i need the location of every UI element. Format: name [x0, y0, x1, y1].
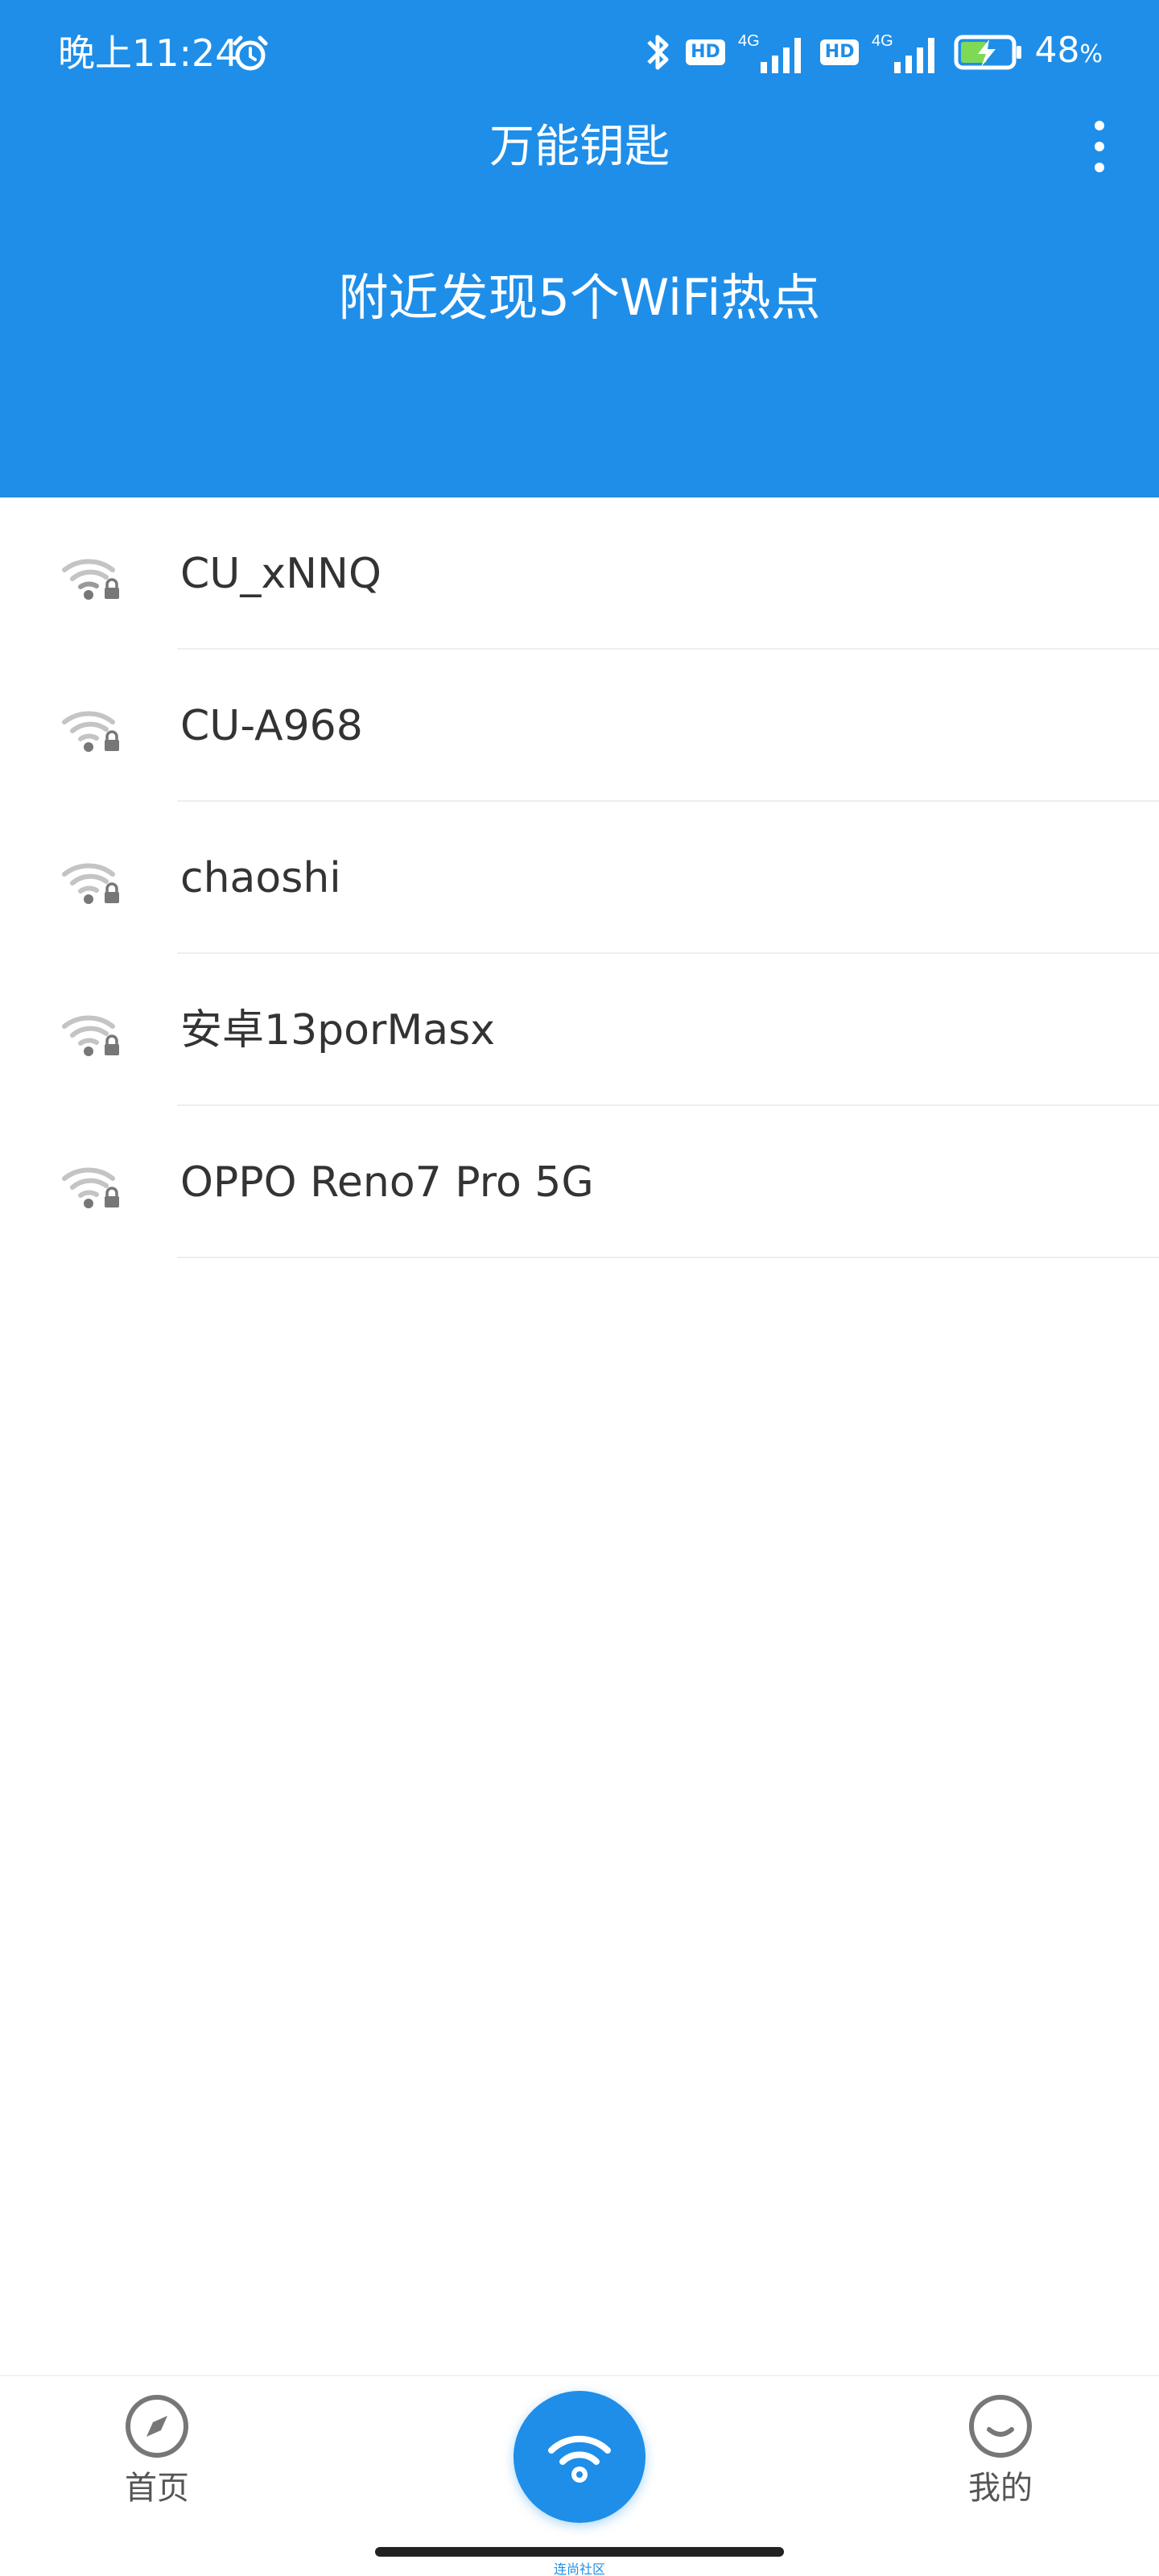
signal-strength-icon: 4G	[738, 32, 801, 73]
page-title: 万能钥匙	[489, 121, 670, 173]
status-time: 晚上11:24	[58, 31, 239, 75]
smiley-profile-icon	[969, 2395, 1032, 2458]
bottom-navigation: 首页 连尚社区 我的	[0, 2375, 1159, 2576]
compass-icon	[126, 2395, 188, 2458]
battery-percent: 48%	[1034, 29, 1103, 71]
network-list-item[interactable]: CU_xNNQ	[0, 497, 1159, 650]
network-list-item[interactable]: chaoshi	[0, 802, 1159, 954]
hd-badge-2: HD	[819, 39, 860, 65]
network-list-item[interactable]: OPPO Reno7 Pro 5G	[0, 1106, 1159, 1258]
tab-mine-label: 我的	[968, 2470, 1033, 2507]
network-list-item[interactable]: 安卓13porMasx	[0, 954, 1159, 1106]
list-divider	[177, 1257, 1159, 1258]
tab-home-label: 首页	[125, 2470, 189, 2507]
more-options-icon[interactable]	[1075, 118, 1124, 175]
app-header: 晚上11:24 HD 4G HD 4G 48% 万能钥匙 附近发现5个WiFi热…	[0, 0, 1159, 497]
signal-strength-icon-2: 4G	[872, 32, 935, 73]
home-indicator[interactable]	[375, 2547, 784, 2557]
wifi-locked-icon	[62, 1015, 119, 1056]
center-tab-caption: 连尚社区	[553, 2562, 605, 2576]
tab-home[interactable]: 首页	[76, 2392, 237, 2508]
bluetooth-icon	[647, 35, 669, 70]
tab-mine[interactable]: 我的	[920, 2392, 1081, 2508]
network-type-label-2: 4G	[872, 32, 893, 50]
wifi-connect-button[interactable]	[514, 2391, 645, 2523]
network-type-label: 4G	[738, 32, 760, 50]
wifi-locked-icon	[62, 559, 119, 600]
hd-badge: HD	[686, 39, 725, 65]
wifi-locked-icon	[62, 1167, 119, 1208]
status-bar: 晚上11:24 HD 4G HD 4G 48%	[0, 0, 1159, 105]
alarm-clock-icon	[233, 35, 268, 71]
wifi-icon	[548, 2435, 611, 2483]
network-ssid: chaoshi	[180, 854, 341, 902]
battery-charging-icon	[954, 35, 1022, 70]
network-list-item[interactable]: CU-A968	[0, 650, 1159, 802]
network-ssid: 安卓13porMasx	[180, 1006, 495, 1055]
wifi-network-list: CU_xNNQ CU-A968 chaoshi 安卓13porMasx OPPO…	[0, 497, 1159, 1258]
network-ssid: CU_xNNQ	[180, 550, 382, 598]
hotspot-count-summary: 附近发现5个WiFi热点	[338, 268, 821, 327]
wifi-locked-icon	[62, 711, 119, 752]
network-ssid: CU-A968	[180, 702, 363, 750]
network-ssid: OPPO Reno7 Pro 5G	[180, 1158, 594, 1207]
status-icons: HD 4G HD 4G 48%	[642, 24, 1103, 80]
wifi-locked-icon	[62, 863, 119, 904]
